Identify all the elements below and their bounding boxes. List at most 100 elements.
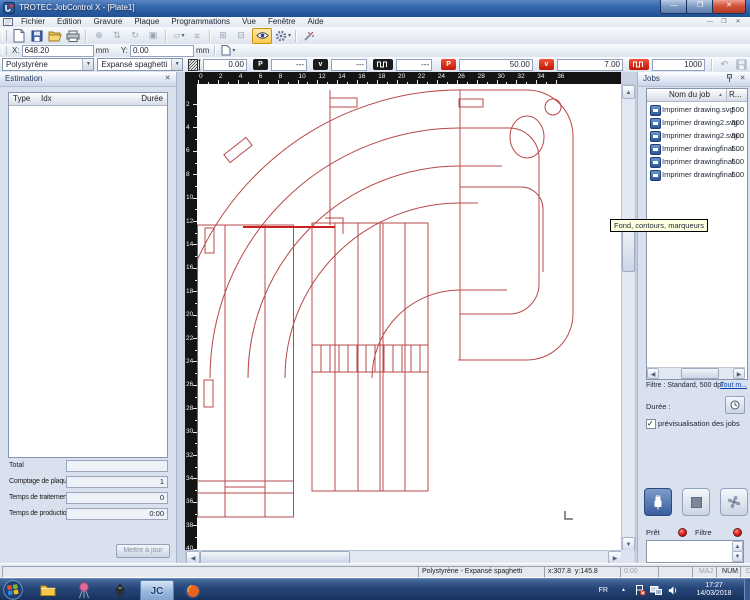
- update-button[interactable]: Mettre à jour: [116, 544, 170, 558]
- open-folder-icon[interactable]: [47, 28, 63, 43]
- close-button[interactable]: ✕: [712, 0, 746, 14]
- jobs-hscrollbar[interactable]: [647, 367, 745, 379]
- job-name: Imprimer drawing.svg: [662, 103, 734, 116]
- rotate-job-icon[interactable]: ↻: [127, 28, 143, 43]
- pin-icon[interactable]: [724, 74, 735, 84]
- save-icon[interactable]: [29, 28, 45, 43]
- jobs-close-icon[interactable]: ✕: [737, 74, 748, 84]
- tray-clock[interactable]: 17:27 14/03/2018: [686, 579, 742, 600]
- vscroll-thumb[interactable]: [622, 226, 635, 272]
- taskbar-explorer-button[interactable]: [32, 580, 64, 600]
- menu-edition[interactable]: Edition: [51, 17, 87, 27]
- taskbar-inkscape-button[interactable]: [104, 580, 136, 600]
- laser-pointer-icon[interactable]: [301, 28, 317, 43]
- menu-aide[interactable]: Aide: [302, 17, 330, 27]
- speed-red-input[interactable]: 7.00: [557, 59, 623, 71]
- menu-vue[interactable]: Vue: [236, 17, 262, 27]
- x-position-input[interactable]: 648.20: [22, 45, 94, 57]
- job-row[interactable]: Imprimer drawingfinal...500: [647, 168, 747, 181]
- preview-jobs-checkbox[interactable]: [646, 419, 656, 429]
- menu-gravure[interactable]: Gravure: [87, 17, 128, 27]
- job-row[interactable]: Imprimer drawingfinal...500: [647, 155, 747, 168]
- y-position-input[interactable]: 0.00: [130, 45, 194, 57]
- calc-duration-button[interactable]: [725, 396, 745, 414]
- new-document-icon[interactable]: [11, 28, 27, 43]
- taskbar-pink-app-button[interactable]: [68, 580, 100, 600]
- align-icon[interactable]: ≡: [189, 28, 205, 43]
- window-tile-icon[interactable]: ⊞: [215, 28, 231, 43]
- speed-black-input[interactable]: ---: [331, 59, 367, 71]
- job-row[interactable]: Imprimer drawing2.svg500: [647, 116, 747, 129]
- settings-gear-icon[interactable]: ▾: [275, 28, 291, 43]
- window-cascade-icon[interactable]: ⊟: [233, 28, 249, 43]
- plate-count-value: 1: [66, 476, 168, 488]
- menu-fenetre[interactable]: Fenêtre: [262, 17, 302, 27]
- job-row[interactable]: Imprimer drawing2.svg...500: [647, 129, 747, 142]
- focus-position-icon[interactable]: ⊕: [91, 28, 107, 43]
- status-coord-y: y:145.8: [575, 568, 598, 575]
- exhaust-fan-button[interactable]: [720, 488, 748, 516]
- toolbar-grip[interactable]: [2, 46, 7, 55]
- child-minimize-button[interactable]: —: [704, 18, 716, 26]
- plate-canvas[interactable]: [197, 84, 621, 550]
- duplicate-job-icon[interactable]: ▣: [145, 28, 161, 43]
- menu-plaque[interactable]: Plaque: [128, 17, 165, 27]
- show-all-link[interactable]: Tout m...: [720, 382, 747, 389]
- scroll-down-icon[interactable]: [622, 537, 635, 551]
- estimation-close-icon[interactable]: ✕: [162, 74, 173, 84]
- usb-connect-button[interactable]: [644, 488, 672, 516]
- show-desktop-button[interactable]: [744, 579, 750, 600]
- scroll-right-icon[interactable]: [733, 368, 745, 379]
- process-select[interactable]: Expansé spaghetti▼: [97, 58, 183, 71]
- estimation-list[interactable]: Type Idx Durée: [8, 92, 168, 458]
- job-icon: [650, 144, 661, 155]
- scroll-left-icon[interactable]: [647, 368, 659, 379]
- child-restore-button[interactable]: ❒: [718, 18, 730, 26]
- scroll-up-icon[interactable]: [622, 85, 635, 99]
- spin-down-icon[interactable]: [732, 551, 743, 562]
- z-offset-input[interactable]: 0.00: [203, 59, 247, 71]
- stop-button[interactable]: [682, 488, 710, 516]
- power-black-input[interactable]: ---: [271, 59, 307, 71]
- outline-mode-icon[interactable]: ▱▾: [171, 28, 187, 43]
- job-row[interactable]: Imprimer drawing.svg500: [647, 103, 747, 116]
- speed-badge-black: v: [313, 59, 328, 70]
- taskbar-jobcontrol-button[interactable]: JC: [140, 580, 174, 600]
- jobs-list[interactable]: Nom du job ▲ R... Imprimer drawing.svg50…: [646, 88, 748, 380]
- jobs-hscroll-thumb[interactable]: [681, 368, 719, 379]
- child-close-button[interactable]: ✕: [732, 18, 744, 26]
- tray-language[interactable]: FR: [599, 579, 608, 600]
- canvas-vscrollbar[interactable]: [621, 84, 636, 552]
- column-type[interactable]: Type: [13, 93, 30, 105]
- minimize-button[interactable]: —: [660, 0, 688, 14]
- menu-programmations[interactable]: Programmations: [165, 17, 236, 27]
- column-duration[interactable]: Durée: [141, 93, 163, 105]
- preview-eye-icon[interactable]: [252, 28, 272, 44]
- power-red-input[interactable]: 50.00: [459, 59, 533, 71]
- message-spinbox[interactable]: [646, 540, 744, 563]
- material-select[interactable]: Polystyrène▼: [2, 58, 94, 71]
- tray-hidden-icons-icon[interactable]: ▲: [621, 579, 626, 600]
- maximize-button[interactable]: ❒: [686, 0, 714, 14]
- ready-label: Prêt: [646, 528, 660, 537]
- frequency-black-input[interactable]: ---: [396, 59, 432, 71]
- toolbar-grip[interactable]: [2, 30, 7, 42]
- volume-icon[interactable]: [667, 579, 678, 600]
- start-button[interactable]: [3, 580, 23, 600]
- undo-icon[interactable]: ↶: [717, 57, 732, 72]
- print-icon[interactable]: [65, 28, 81, 43]
- move-job-icon[interactable]: ⇅: [109, 28, 125, 43]
- estimation-panel-title: Estimation: [5, 74, 42, 83]
- jobs-res-column[interactable]: R...: [726, 89, 741, 101]
- save-parameters-icon[interactable]: [734, 57, 749, 72]
- column-idx[interactable]: Idx: [41, 93, 52, 105]
- jobs-name-column[interactable]: Nom du job: [669, 89, 710, 101]
- network-icon[interactable]: [650, 579, 662, 600]
- action-center-icon[interactable]: [634, 579, 646, 600]
- menu-fichier[interactable]: Fichier: [15, 17, 51, 27]
- taskbar-firefox-button[interactable]: [176, 580, 208, 600]
- frequency-red-input[interactable]: 1000: [652, 59, 705, 71]
- plate-template-icon[interactable]: ▾: [220, 43, 236, 58]
- job-icon: [650, 105, 661, 116]
- job-row[interactable]: Imprimer drawingfinal...500: [647, 142, 747, 155]
